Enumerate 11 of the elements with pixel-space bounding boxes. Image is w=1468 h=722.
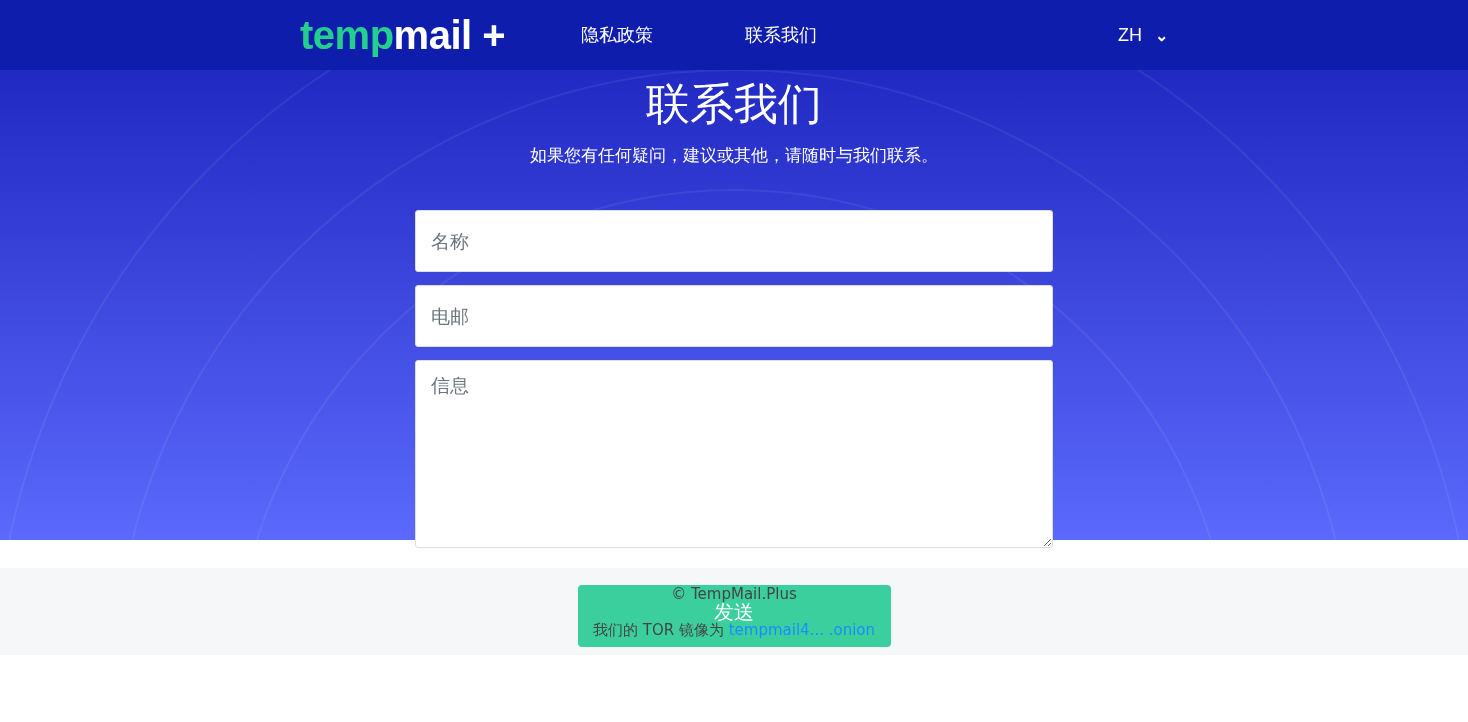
page-title: 联系我们 (646, 77, 822, 131)
message-field[interactable]: 信息 (415, 360, 1053, 548)
tor-mirror-text: 我们的 TOR 镜像为 tempmail4... .onion (593, 622, 875, 638)
page-subtitle: 如果您有任何疑问，建议或其他，请随时与我们联系。 (530, 144, 938, 167)
copyright-text: © TempMail.Plus (671, 586, 797, 602)
input-field[interactable]: 名称 (415, 210, 1053, 272)
language-selector[interactable]: ZH ⌄ (1118, 24, 1168, 46)
logo[interactable]: tempmail + (300, 12, 506, 58)
nav-link[interactable]: 联系我们 (745, 23, 818, 47)
nav-link[interactable]: 隐私政策 (581, 23, 654, 47)
input-field[interactable]: 电邮 (415, 285, 1053, 347)
